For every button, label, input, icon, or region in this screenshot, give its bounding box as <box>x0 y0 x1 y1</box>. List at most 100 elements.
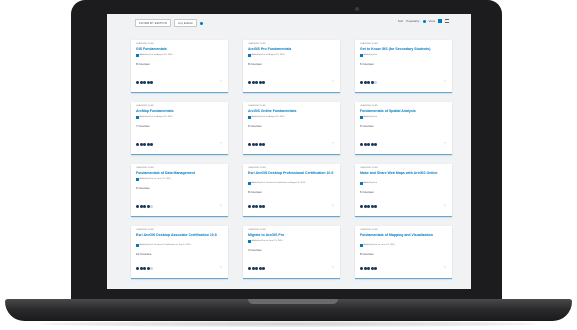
learning-plan-card[interactable]: LEARNING PLAN Esri ArcGIS Desktop Profess… <box>243 164 340 217</box>
sort-label: Sort <box>397 19 404 23</box>
favorite-heart-icon[interactable]: ♡ <box>219 204 223 208</box>
card-title[interactable]: Fundamentals of Mapping and Visualizatio… <box>360 233 446 237</box>
author-icon <box>360 116 363 119</box>
card-author: Added by Esri <box>360 182 377 185</box>
card-author: Added by Esri Technical Certification on… <box>248 182 305 185</box>
author-icon <box>360 182 363 185</box>
favorite-heart-icon[interactable]: ♡ <box>443 142 447 146</box>
card-title[interactable]: Fundamentals of Spatial Analysis <box>360 109 446 113</box>
star-icon <box>255 80 259 84</box>
star-icon <box>251 266 255 270</box>
learning-plan-card[interactable]: LEARNING PLAN Fundamentals of Mapping and… <box>355 226 452 279</box>
rating-stars <box>136 204 154 208</box>
card-course-count: 8 Courses <box>248 62 262 66</box>
card-title[interactable]: Make and Share Web Maps with ArcGIS Onli… <box>360 171 446 175</box>
card-type: LEARNING PLAN <box>136 229 154 231</box>
star-icon <box>370 266 374 270</box>
rating-stars <box>360 142 378 146</box>
star-icon <box>367 204 371 208</box>
sort-dropdown[interactable]: Popularity <box>406 19 419 23</box>
star-icon <box>150 204 154 208</box>
star-icon <box>367 142 371 146</box>
learning-plan-card[interactable]: LEARNING PLAN ArcGIS Online Fundamentals A… <box>243 102 340 155</box>
star-icon <box>262 80 266 84</box>
author-icon <box>248 54 251 57</box>
favorite-heart-icon[interactable]: ♡ <box>219 142 223 146</box>
star-icon <box>139 266 143 270</box>
favorite-heart-icon[interactable]: ♡ <box>331 80 335 84</box>
star-icon <box>143 266 147 270</box>
grid-view-icon[interactable] <box>438 19 442 23</box>
card-course-count: 6 Courses <box>360 124 374 128</box>
star-icon <box>374 142 378 146</box>
star-icon <box>255 142 259 146</box>
card-title[interactable]: Fundamentals of Data Management <box>136 171 222 175</box>
star-icon <box>150 266 154 270</box>
card-footer: ♡ <box>136 266 223 270</box>
card-title[interactable]: ArcMap Fundamentals <box>136 109 222 113</box>
favorite-heart-icon[interactable]: ♡ <box>331 266 335 270</box>
card-footer: ♡ <box>248 266 335 270</box>
card-title[interactable]: Esri ArcGIS Desktop Professional Certifi… <box>248 171 334 175</box>
card-title[interactable]: ArcGIS Pro Fundamentals <box>248 47 334 51</box>
card-course-count: 3 Courses <box>248 248 262 252</box>
learning-plan-card[interactable]: LEARNING PLAN Migrate to ArcGIS Pro Added … <box>243 226 340 279</box>
card-footer: ♡ <box>136 80 223 84</box>
star-icon <box>248 80 251 84</box>
card-title[interactable]: ArcGIS Online Fundamentals <box>248 109 334 113</box>
card-type: LEARNING PLAN <box>248 105 266 107</box>
card-title[interactable]: Get to Know GIS (for Secondary Students) <box>360 47 446 51</box>
favorite-heart-icon[interactable]: ♡ <box>443 204 447 208</box>
star-icon <box>370 204 374 208</box>
favorite-heart-icon[interactable]: ♡ <box>331 204 335 208</box>
star-icon <box>136 266 139 270</box>
learning-plan-card[interactable]: LEARNING PLAN ArcGIS Pro Fundamentals Adde… <box>243 40 340 93</box>
laptop-base <box>5 299 572 321</box>
star-icon <box>248 266 251 270</box>
favorite-heart-icon[interactable]: ♡ <box>219 266 223 270</box>
view-label: View <box>428 19 435 23</box>
star-icon <box>262 204 266 208</box>
rating-stars <box>248 204 266 208</box>
star-icon <box>146 80 150 84</box>
star-icon <box>370 80 374 84</box>
learning-plan-card[interactable]: LEARNING PLAN ArcMap Fundamentals Added by… <box>131 102 228 155</box>
author-icon <box>248 116 251 119</box>
toolbar: FILTER BY EDITION Any Edition Sort Popul… <box>107 14 471 30</box>
card-type: LEARNING PLAN <box>136 43 154 45</box>
favorite-heart-icon[interactable]: ♡ <box>219 80 223 84</box>
star-icon <box>146 266 150 270</box>
learning-plan-card[interactable]: LEARNING PLAN GIS Fundamentals Added by Es… <box>131 40 228 93</box>
learning-plan-card[interactable]: LEARNING PLAN Get to Know GIS (for Second… <box>355 40 452 93</box>
card-author: Added by Esri on August 19, 2016 <box>136 54 173 57</box>
card-title[interactable]: GIS Fundamentals <box>136 47 222 51</box>
card-author: Added by Esri on June 15, 2016 <box>136 178 171 181</box>
edition-dropdown[interactable]: Any Edition <box>173 19 198 27</box>
learning-plan-card[interactable]: LEARNING PLAN Esri ArcGIS Desktop Associa… <box>131 226 228 279</box>
card-course-count: 8 Courses <box>360 252 374 256</box>
card-title[interactable]: Esri ArcGIS Desktop Associate Certificat… <box>136 233 222 237</box>
card-course-count: 6 Courses <box>360 62 374 66</box>
learning-plan-card[interactable]: LEARNING PLAN Make and Share Web Maps wit… <box>355 164 452 217</box>
card-title[interactable]: Migrate to ArcGIS Pro <box>248 233 334 237</box>
star-icon <box>374 266 378 270</box>
rating-stars <box>136 142 154 146</box>
card-author-text: Added by Esri on August 19, 2016 <box>139 116 173 119</box>
star-icon <box>146 204 150 208</box>
card-footer: ♡ <box>248 142 335 146</box>
card-author-text: Added by Esri Technical Certification on… <box>139 244 191 247</box>
card-author-text: Added by Esri on June 15, 2016 <box>251 240 283 243</box>
filter-dot-icon <box>200 21 204 25</box>
card-author: Added by Esri on August 19, 2016 <box>248 116 285 119</box>
card-author: Added by Esri <box>360 54 377 57</box>
favorite-heart-icon[interactable]: ♡ <box>443 80 447 84</box>
rating-stars <box>248 142 266 146</box>
learning-plan-card[interactable]: LEARNING PLAN Fundamentals of Spatial Ana… <box>355 102 452 155</box>
favorite-heart-icon[interactable]: ♡ <box>443 266 447 270</box>
list-view-icon[interactable] <box>445 19 449 23</box>
star-icon <box>136 204 139 208</box>
card-type: LEARNING PLAN <box>136 167 154 169</box>
favorite-heart-icon[interactable]: ♡ <box>331 142 335 146</box>
learning-plan-card[interactable]: LEARNING PLAN Fundamentals of Data Manage… <box>131 164 228 217</box>
card-author-text: Added by Esri <box>363 182 378 185</box>
